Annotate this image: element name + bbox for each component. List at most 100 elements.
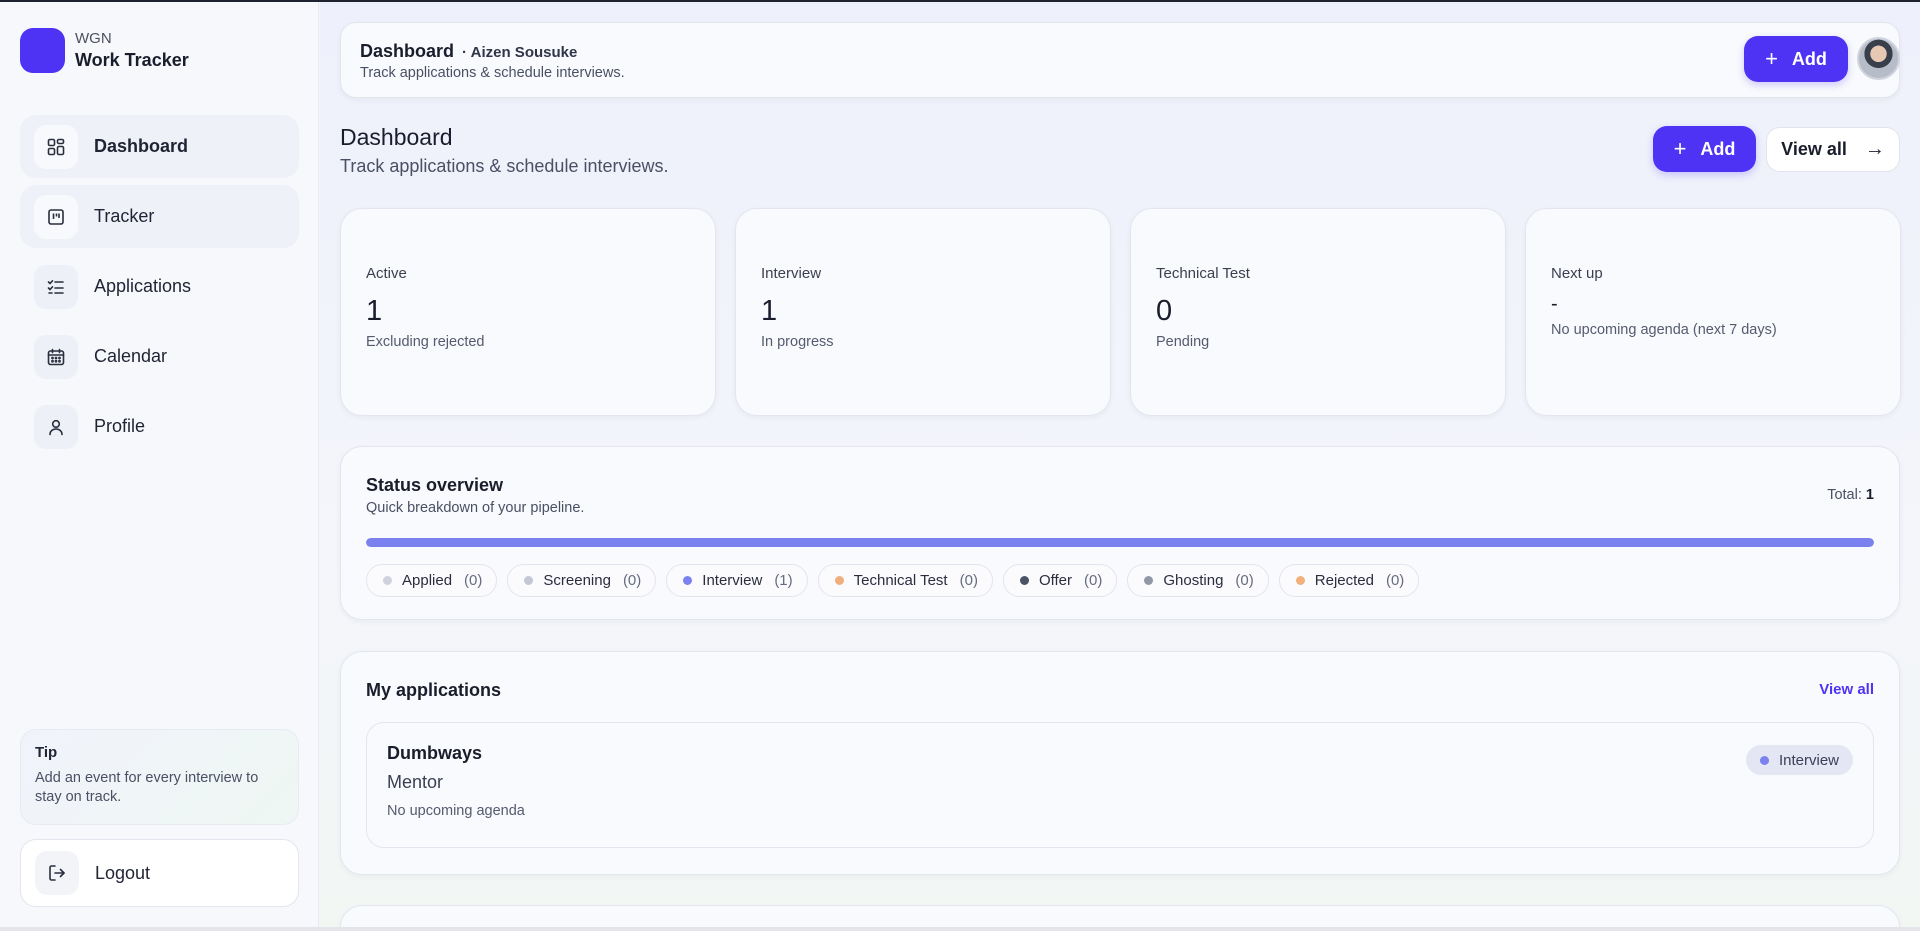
stat-label: Active [366, 265, 407, 282]
brand[interactable]: WGN Work Tracker [20, 28, 189, 73]
application-company: Dumbways [387, 743, 483, 763]
status-chip-offer[interactable]: Offer (0) [1002, 564, 1118, 597]
plus-icon: + [1673, 136, 1687, 161]
stat-value: 0 [1156, 295, 1173, 327]
avatar[interactable] [1857, 37, 1900, 80]
stat-card-next-up: Next up - No upcoming agenda (next 7 day… [1525, 208, 1901, 416]
page-subtitle: Track applications & schedule interviews… [340, 156, 669, 176]
sidebar-item-tracker[interactable]: Tracker [20, 185, 299, 248]
status-dot-icon [1019, 576, 1029, 585]
status-chip-rejected[interactable]: Rejected (0) [1278, 564, 1420, 597]
top-header: Dashboard · Aizen Sousuke Track applicat… [340, 22, 1900, 98]
status-chip-count: (0) [1084, 572, 1103, 589]
sidebar-item-label: Dashboard [94, 136, 189, 156]
status-chip-label: Screening [543, 572, 611, 589]
status-dot-icon [1295, 576, 1305, 585]
checklist-icon [34, 264, 78, 309]
page-title: Dashboard [340, 124, 453, 150]
status-total: Total: 1 [1827, 487, 1874, 503]
sidebar-item-label: Calendar [94, 346, 168, 366]
sidebar-item-label: Applications [94, 276, 192, 296]
sidebar-nav: Dashboard Tracker Applications Calendar … [20, 115, 299, 465]
status-chip-count: (0) [622, 572, 642, 589]
logout-button[interactable]: Logout [20, 839, 299, 907]
application-role: Mentor [387, 772, 444, 792]
logout-icon [35, 851, 79, 895]
status-chip-interview[interactable]: Interview (1) [666, 564, 808, 597]
header-user-name: · Aizen Sousuke [462, 44, 578, 61]
sidebar-item-label: Tracker [94, 206, 155, 226]
kanban-icon [34, 194, 78, 239]
tip-text: Add an event for every interview to stay… [35, 770, 259, 805]
stat-value: 1 [366, 295, 383, 327]
status-chip-screening[interactable]: Screening (0) [507, 564, 657, 597]
status-badge: Interview [1745, 745, 1853, 775]
status-chip-count: (0) [464, 572, 483, 589]
plus-icon: + [1765, 46, 1778, 71]
stat-label: Technical Test [1156, 265, 1250, 282]
status-progress-bar [366, 538, 1874, 547]
view-all-label: View all [1781, 139, 1847, 159]
stat-value: - [1551, 293, 1558, 315]
status-chip-count: (0) [959, 572, 978, 589]
applications-title: My applications [366, 680, 502, 700]
application-agenda: No upcoming agenda [387, 803, 525, 819]
stat-card-active: Active 1 Excluding rejected [340, 208, 716, 416]
dashboard-icon [34, 124, 78, 169]
status-chips: Applied (0) Screening (0) Interview (1) Techni… [366, 564, 1429, 597]
sidebar-item-label: Profile [94, 416, 146, 436]
sidebar-item-calendar[interactable]: Calendar [20, 325, 299, 388]
status-chip-count: (0) [1385, 572, 1405, 589]
header-add-label: Add [1791, 48, 1827, 69]
brand-text: WGN Work Tracker [75, 30, 189, 72]
header-subtitle: Track applications & schedule interviews… [360, 65, 625, 81]
logout-label: Logout [95, 862, 151, 883]
status-chip-label: Rejected [1314, 572, 1374, 589]
stat-note: No upcoming agenda (next 7 days) [1551, 322, 1777, 338]
status-overview-card: Status overview Quick breakdown of your … [340, 446, 1900, 620]
status-dot-icon [1759, 755, 1769, 765]
status-chip-applied[interactable]: Applied (0) [366, 564, 498, 597]
sidebar-item-dashboard[interactable]: Dashboard [20, 115, 299, 178]
status-chip-technical-test[interactable]: Technical Test (0) [817, 564, 993, 597]
brand-logo [20, 28, 65, 73]
add-label: Add [1700, 138, 1736, 159]
sidebar: WGN Work Tracker Dashboard Tracker Appli… [0, 2, 319, 931]
status-chip-label: Offer [1038, 572, 1073, 589]
window-bottom-edge [0, 927, 1920, 931]
status-chip-count: (0) [1235, 572, 1254, 589]
main-content: Dashboard · Aizen Sousuke Track applicat… [320, 2, 1920, 931]
user-icon [34, 404, 78, 449]
applications-view-all-link[interactable]: View all [1819, 681, 1874, 698]
status-chip-label: Interview [702, 572, 763, 589]
sidebar-item-applications[interactable]: Applications [20, 255, 299, 318]
status-chip-count: (1) [774, 572, 793, 589]
status-total-label: Total: [1827, 487, 1862, 503]
brand-subtitle: WGN [75, 29, 112, 47]
stat-note: In progress [761, 334, 834, 350]
view-all-button[interactable]: View all → [1766, 127, 1900, 172]
tip-title: Tip [35, 744, 58, 761]
status-dot-icon [524, 576, 534, 585]
application-item[interactable]: Dumbways Mentor No upcoming agenda Inter… [366, 722, 1874, 848]
status-progress-fill [366, 538, 1874, 547]
status-badge-label: Interview [1778, 751, 1839, 769]
stat-card-technical-test: Technical Test 0 Pending [1130, 208, 1506, 416]
stat-note: Pending [1156, 334, 1210, 350]
status-chip-label: Ghosting [1163, 572, 1224, 589]
status-dot-icon [834, 576, 844, 585]
arrow-right-icon: → [1864, 138, 1885, 160]
status-title: Status overview [366, 475, 504, 495]
add-button[interactable]: + Add [1653, 126, 1756, 172]
sidebar-item-profile[interactable]: Profile [20, 395, 299, 458]
calendar-icon [34, 334, 78, 379]
status-dot-icon [1144, 576, 1154, 585]
my-applications-card: My applications View all Dumbways Mentor… [340, 651, 1900, 875]
status-chip-ghosting[interactable]: Ghosting (0) [1127, 564, 1269, 597]
tip-card: Tip Add an event for every interview to … [20, 729, 299, 825]
stat-label: Next up [1551, 265, 1603, 282]
stat-value: 1 [761, 295, 778, 327]
status-total-value: 1 [1865, 487, 1874, 503]
header-add-button[interactable]: + Add [1744, 36, 1848, 82]
status-dot-icon [383, 576, 392, 585]
